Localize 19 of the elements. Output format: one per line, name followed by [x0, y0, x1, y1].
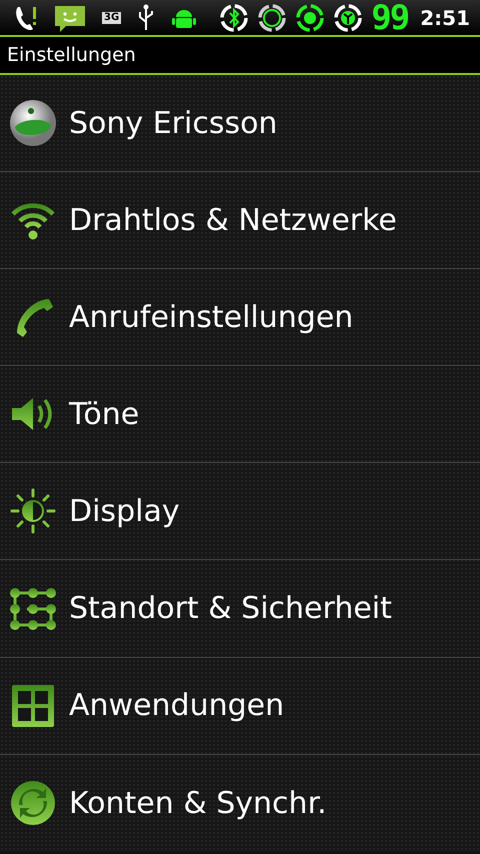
globe-logo-icon	[9, 99, 57, 148]
settings-item[interactable]: Drahtlos & Netzwerke	[0, 172, 480, 270]
sync-icon	[9, 779, 57, 828]
screen-title: Einstellungen	[7, 42, 136, 68]
bluetooth-icon	[219, 2, 250, 32]
usb-icon	[137, 4, 156, 32]
network-type-icon: 3G	[102, 12, 122, 24]
settings-item[interactable]: Sony Ericsson	[0, 75, 480, 172]
clock: 2:51	[420, 4, 470, 32]
settings-item[interactable]: Anwendungen	[0, 658, 480, 755]
settings-item[interactable]: Display	[0, 463, 480, 560]
settings-item[interactable]: Konten & Synchr.	[0, 754, 480, 852]
settings-item[interactable]: Standort & Sicherheit	[0, 560, 480, 658]
settings-item[interactable]: Töne	[0, 366, 480, 464]
antenna-icon	[333, 2, 364, 32]
battery-level: 99	[371, 0, 408, 34]
brightness-icon	[9, 487, 57, 536]
settings-item[interactable]: Anrufeinstellungen	[0, 269, 480, 366]
message-icon	[54, 4, 86, 32]
